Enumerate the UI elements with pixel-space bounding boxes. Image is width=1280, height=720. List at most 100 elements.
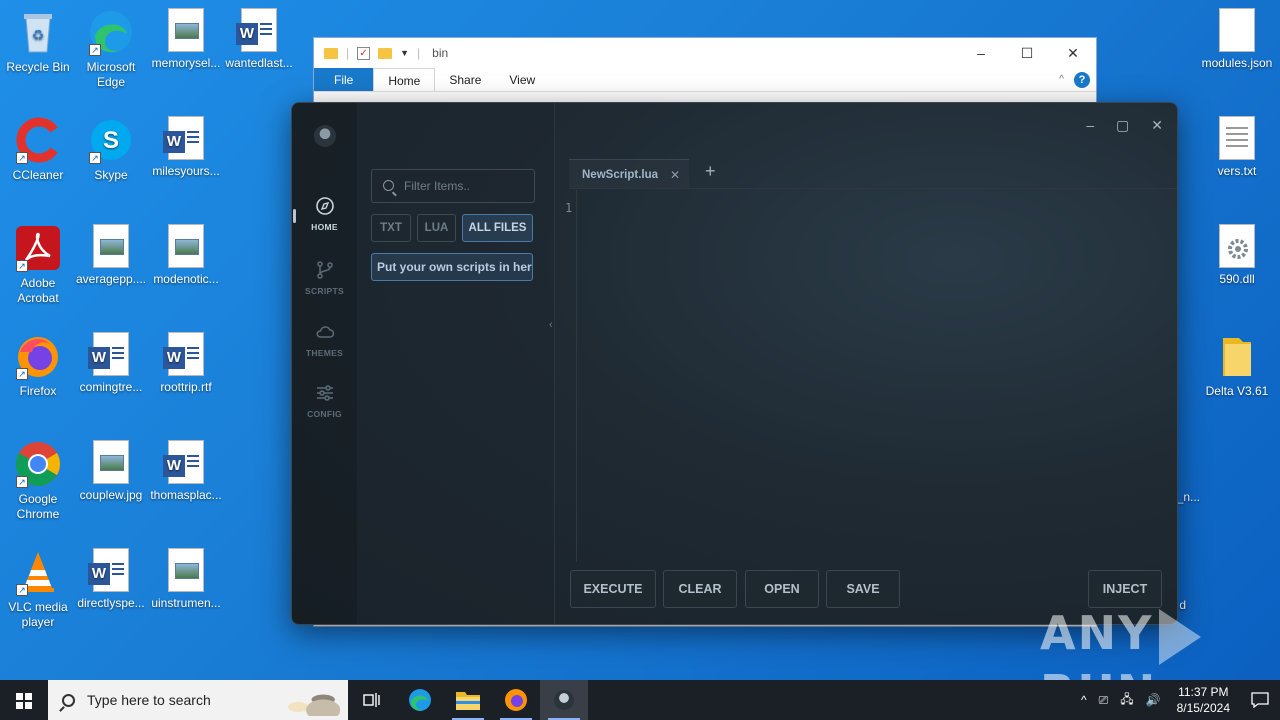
desktop-icon-vers-txt[interactable]: vers.txt [1199, 116, 1275, 179]
close-button[interactable]: ✕ [1151, 117, 1163, 134]
desktop-icon-label: Skype [94, 168, 128, 182]
desktop-icon-vlc[interactable]: ↗ VLC media player [0, 548, 76, 630]
desktop-icon-couplew[interactable]: couplew.jpg [73, 440, 149, 503]
minimize-button[interactable]: – [1086, 117, 1094, 134]
skype-icon: S ↗ [87, 116, 135, 164]
taskbar-search[interactable]: Type here to search [48, 680, 348, 720]
desktop-icon-milesyours[interactable]: W milesyours... [148, 116, 224, 179]
maximize-button[interactable]: ▢ [1116, 117, 1129, 134]
taskbar: Type here to search ^ ⎚ 🖧 🔊 11:37 PM 8/1… [0, 680, 1280, 720]
script-editor[interactable]: – ▢ ✕ NewScript.lua ✕ + 1 EXECUTE CLEAR … [555, 103, 1177, 624]
nav-themes[interactable]: THEMES [292, 322, 357, 358]
task-view-button[interactable] [348, 680, 396, 720]
tab-share[interactable]: Share [435, 68, 495, 91]
desktop-icon-averagepp[interactable]: averagepp.... [73, 224, 149, 287]
taskbar-firefox[interactable] [492, 680, 540, 720]
editor-tab-label: NewScript.lua [582, 169, 659, 181]
compass-icon [315, 197, 334, 215]
nav-home[interactable]: HOME [292, 196, 357, 232]
open-button[interactable]: OPEN [745, 570, 819, 608]
desktop-icon-label: Firefox [19, 384, 57, 398]
desktop-icon-label: directlyspe... [77, 596, 145, 610]
desktop-icon-label: modenotic... [153, 272, 219, 286]
list-item[interactable]: Put your own scripts in here [371, 253, 533, 281]
nav-scripts[interactable]: SCRIPTS [292, 260, 357, 296]
firefox-icon [505, 689, 527, 711]
execute-button[interactable]: EXECUTE [570, 570, 656, 608]
clear-button[interactable]: CLEAR [663, 570, 737, 608]
desktop-icon-label: Adobe Acrobat [17, 276, 59, 305]
meet-now-icon[interactable]: ⎚ [1093, 693, 1115, 708]
tab-view[interactable]: View [495, 68, 549, 91]
desktop-icon-acrobat[interactable]: ↗ Adobe Acrobat [0, 224, 76, 306]
volume-icon[interactable]: 🔊 [1140, 693, 1167, 707]
desktop-icon-edge[interactable]: ↗ Microsoft Edge [73, 8, 149, 90]
close-tab-icon[interactable]: ✕ [670, 160, 680, 190]
script-executor-window[interactable]: HOME SCRIPTS THEMES CONFIG Filter Items.… [291, 102, 1178, 625]
folder-icon [456, 692, 480, 710]
desktop-icon-modenotic[interactable]: modenotic... [148, 224, 224, 287]
collapse-panel-icon[interactable]: ‹ [549, 319, 553, 331]
taskbar-executor[interactable] [540, 680, 588, 720]
tab-home[interactable]: Home [373, 68, 436, 91]
desktop-icon-roottrip[interactable]: W roottrip.rtf [148, 332, 224, 395]
start-button[interactable] [0, 680, 48, 720]
editor-tab-bar: NewScript.lua ✕ + [569, 159, 1177, 189]
image-file-icon [168, 548, 204, 592]
editor-tab[interactable]: NewScript.lua ✕ [569, 159, 689, 189]
properties-icon[interactable]: ✓ [357, 46, 371, 60]
search-highlight-image [284, 686, 340, 716]
word-doc-icon: W [88, 548, 129, 592]
word-doc-icon: W [163, 116, 204, 160]
help-icon[interactable]: ? [1074, 71, 1090, 88]
tab-lua[interactable]: LUA [417, 214, 456, 242]
desktop-icon-skype[interactable]: S ↗ Skype [73, 116, 149, 183]
inject-button[interactable]: INJECT [1088, 570, 1162, 608]
minimize-button[interactable]: – [958, 45, 1004, 62]
nav-config[interactable]: CONFIG [292, 383, 357, 419]
desktop-icon-recycle-bin[interactable]: ♻ Recycle Bin [0, 8, 76, 75]
desktop-icon-label: wantedlast... [225, 56, 293, 70]
taskbar-file-explorer[interactable] [444, 680, 492, 720]
chevron-up-icon[interactable]: ^ [1075, 693, 1093, 707]
desktop-icon-firefox[interactable]: ↗ Firefox [0, 332, 76, 399]
sliders-icon [316, 385, 333, 401]
edge-icon: ↗ [87, 8, 135, 56]
text-file-icon [1219, 116, 1255, 160]
notifications-button[interactable] [1240, 680, 1280, 720]
desktop-icon-modules-json[interactable]: modules.json [1199, 8, 1275, 71]
ccleaner-icon: ↗ [14, 116, 62, 164]
desktop-icon-label: roottrip.rtf [160, 380, 212, 394]
desktop-icon-ccleaner[interactable]: ↗ CCleaner [0, 116, 76, 183]
tab-file[interactable]: File [314, 68, 374, 91]
new-folder-icon[interactable] [378, 47, 393, 59]
desktop-icon-comingtre[interactable]: W comingtre... [73, 332, 149, 395]
maximize-button[interactable]: ☐ [1004, 45, 1050, 62]
image-file-icon [168, 224, 204, 268]
image-file-icon [93, 440, 129, 484]
clock[interactable]: 11:37 PM 8/15/2024 [1167, 684, 1240, 716]
desktop-icon-label: Microsoft Edge [86, 60, 136, 89]
save-button[interactable]: SAVE [826, 570, 900, 608]
add-tab-icon[interactable]: + [705, 161, 716, 182]
network-icon[interactable]: 🖧 [1114, 690, 1139, 711]
desktop-icon-590-dll[interactable]: 590.dll [1199, 224, 1275, 287]
desktop-icon-uinstrumen[interactable]: uinstrumen... [148, 548, 224, 611]
desktop-icon-delta-folder[interactable]: Delta V3.61 [1199, 332, 1275, 399]
tab-all-files[interactable]: ALL FILES [462, 214, 533, 242]
desktop-icon-chrome[interactable]: ↗ Google Chrome [0, 440, 76, 522]
desktop-icon-memorysel[interactable]: memorysel... [148, 8, 224, 71]
desktop-icon-directlyspe[interactable]: W directlyspe... [73, 548, 149, 611]
chevron-down-icon[interactable]: ▼ [400, 48, 409, 58]
close-button[interactable]: ✕ [1050, 45, 1096, 62]
app-logo-icon [314, 125, 336, 147]
desktop-icon-wantedlast[interactable]: W wantedlast... [221, 8, 297, 71]
word-doc-icon: W [163, 440, 204, 484]
filter-input[interactable]: Filter Items.. [371, 169, 535, 203]
taskbar-edge[interactable] [396, 680, 444, 720]
play-logo-icon [1159, 608, 1202, 665]
chevron-up-icon[interactable]: ^ [1059, 74, 1064, 85]
desktop-icon-thomasplac[interactable]: W thomasplac... [148, 440, 224, 503]
search-icon [383, 180, 394, 191]
tab-txt[interactable]: TXT [371, 214, 411, 242]
